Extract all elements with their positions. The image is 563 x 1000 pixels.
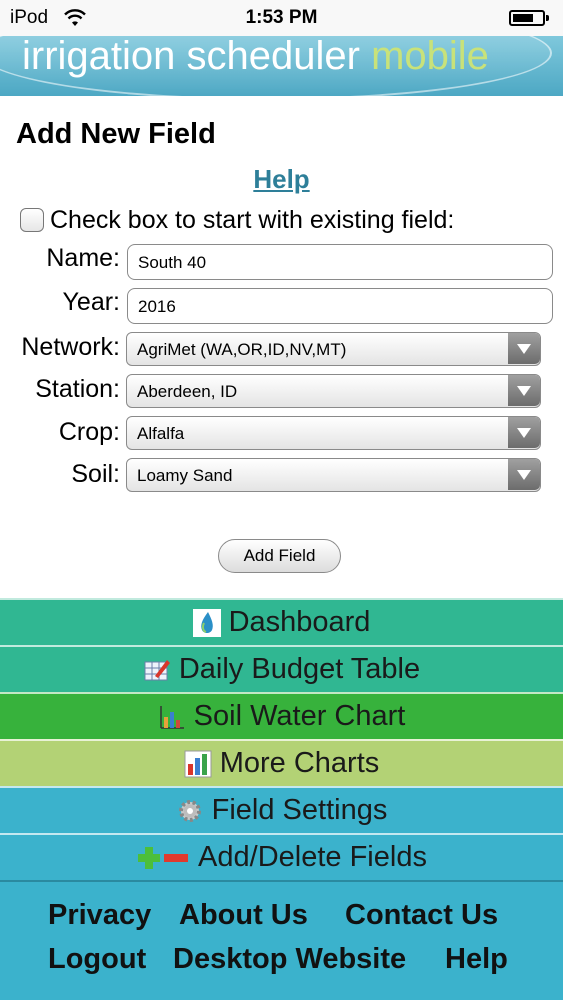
- nav-more-charts[interactable]: More Charts: [0, 739, 563, 786]
- nav-soil-water-chart[interactable]: Soil Water Chart: [0, 692, 563, 739]
- year-label: Year:: [62, 288, 120, 316]
- nav-daily-budget-table[interactable]: Daily Budget Table: [0, 645, 563, 692]
- existing-field-checkbox-label: Check box to start with existing field:: [50, 205, 455, 234]
- soil-value: Loamy Sand: [137, 466, 233, 485]
- station-select[interactable]: Aberdeen, ID: [126, 374, 541, 408]
- status-bar: iPod 1:53 PM: [0, 0, 563, 36]
- station-label: Station:: [35, 375, 120, 403]
- soil-label: Soil:: [71, 460, 120, 488]
- name-input[interactable]: South 40: [127, 244, 553, 280]
- battery-icon: [509, 10, 549, 26]
- crop-value: Alfalfa: [137, 424, 185, 443]
- year-input[interactable]: 2016: [127, 288, 553, 324]
- gear-icon: [178, 799, 201, 822]
- about-us-link[interactable]: About Us: [179, 899, 308, 932]
- nav-field-settings[interactable]: Field Settings: [0, 786, 563, 833]
- help-link[interactable]: Help: [0, 164, 563, 195]
- station-value: Aberdeen, ID: [137, 382, 238, 401]
- existing-field-checkbox[interactable]: [20, 208, 44, 232]
- crop-label: Crop:: [58, 418, 120, 446]
- add-field-button[interactable]: Add Field: [218, 539, 341, 573]
- chevron-down-icon: [508, 333, 540, 364]
- bar-chart-icon: [184, 750, 212, 777]
- crop-select[interactable]: Alfalfa: [126, 416, 541, 450]
- footer: Privacy About Us Contact Us Logout Deskt…: [0, 880, 563, 1000]
- app-title: irrigation scheduler mobile: [22, 36, 489, 78]
- footer-help-link[interactable]: Help: [445, 943, 508, 976]
- water-drop-icon: [192, 608, 221, 637]
- table-pencil-icon: [144, 659, 170, 680]
- nav-daily-budget-table-label: Daily Budget Table: [178, 653, 421, 685]
- clock: 1:53 PM: [245, 7, 318, 28]
- nav-add-delete-fields[interactable]: Add/Delete Fields: [0, 833, 563, 880]
- nav-field-settings-label: Field Settings: [211, 794, 388, 826]
- plus-minus-icon: [138, 846, 189, 869]
- chevron-down-icon: [508, 459, 540, 490]
- nav-more-charts-label: More Charts: [219, 747, 380, 779]
- line-chart-icon: [159, 705, 184, 729]
- soil-select[interactable]: Loamy Sand: [126, 458, 541, 492]
- existing-field-checkbox-row[interactable]: Check box to start with existing field:: [20, 205, 454, 235]
- network-select[interactable]: AgriMet (WA,OR,ID,NV,MT): [126, 332, 541, 366]
- network-label: Network:: [21, 333, 120, 361]
- name-label: Name:: [46, 244, 120, 272]
- desktop-website-link[interactable]: Desktop Website: [173, 943, 406, 976]
- nav-dashboard-label: Dashboard: [228, 606, 371, 638]
- chevron-down-icon: [508, 417, 540, 448]
- chevron-down-icon: [508, 375, 540, 406]
- nav-add-delete-fields-label: Add/Delete Fields: [198, 841, 427, 873]
- nav-dashboard[interactable]: Dashboard: [0, 598, 563, 645]
- app-banner: irrigation scheduler mobile: [0, 36, 563, 96]
- contact-us-link[interactable]: Contact Us: [345, 899, 498, 932]
- logout-link[interactable]: Logout: [48, 943, 146, 976]
- page-title: Add New Field: [16, 118, 216, 150]
- network-value: AgriMet (WA,OR,ID,NV,MT): [137, 340, 347, 359]
- nav-soil-water-chart-label: Soil Water Chart: [193, 700, 406, 732]
- privacy-link[interactable]: Privacy: [48, 899, 151, 932]
